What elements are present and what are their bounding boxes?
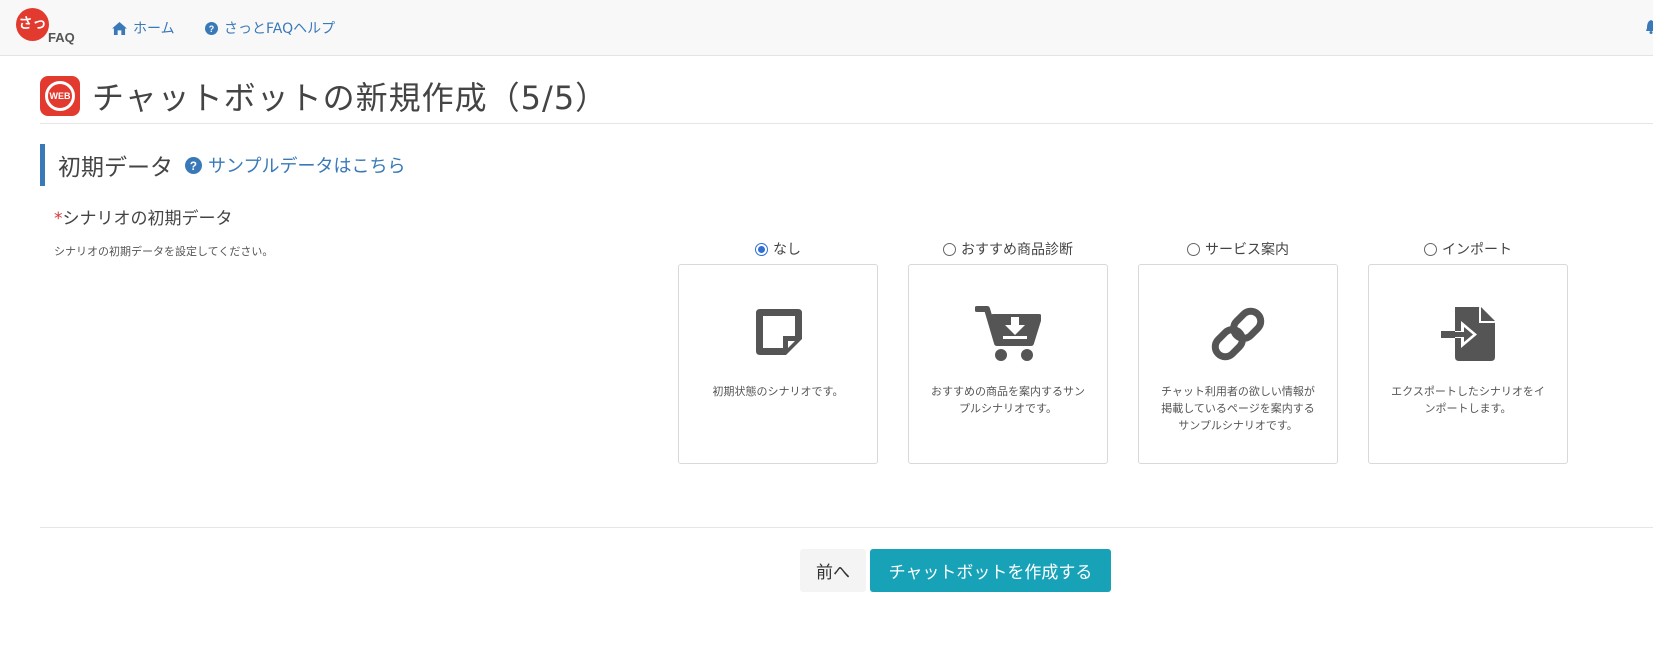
- page-title: チャットボットの新規作成（5/5）: [92, 79, 609, 117]
- option-none-description: 初期状態のシナリオです。: [712, 385, 844, 398]
- web-badge-icon: WEB: [40, 76, 80, 116]
- option-none-card[interactable]: 初期状態のシナリオです。: [678, 264, 878, 464]
- section-title: 初期データ: [58, 155, 173, 181]
- option-import-radio[interactable]: [1424, 242, 1437, 256]
- option-none-label: なし: [773, 242, 801, 258]
- option-recommend-label: おすすめ商品診断: [961, 242, 1073, 258]
- option-import-card[interactable]: エクスポートしたシナリオをインポートします。: [1368, 264, 1568, 464]
- option-import: インポート エクスポートしたシナリオをインポートします。: [1368, 240, 1568, 464]
- section-heading: 初期データ ? サンプルデータはこちら: [40, 144, 405, 186]
- scenario-field-label-text: シナリオの初期データ: [62, 209, 233, 229]
- prev-button[interactable]: 前へ: [800, 549, 866, 592]
- logo-mark: さっ: [16, 8, 49, 41]
- scenario-field-label: *シナリオの初期データ: [54, 204, 233, 229]
- svg-text:?: ?: [209, 23, 214, 33]
- option-recommend-radio[interactable]: [943, 242, 956, 256]
- option-import-label: インポート: [1442, 242, 1512, 258]
- option-recommend-description: おすすめの商品を案内するサンプルシナリオです。: [931, 385, 1085, 415]
- option-none-radio[interactable]: [755, 242, 768, 256]
- option-import-radio-row[interactable]: インポート: [1368, 240, 1568, 258]
- sticky-note-icon: [756, 309, 802, 355]
- nav-home-label: ホーム: [133, 21, 175, 37]
- option-service-description: チャット利用者の欲しい情報が掲載しているページを案内するサンプルシナリオです。: [1161, 385, 1315, 432]
- option-recommend-radio-row[interactable]: おすすめ商品診断: [908, 240, 1108, 258]
- top-navbar: さっ FAQ ホーム ? さっとFAQヘルプ: [0, 0, 1653, 56]
- home-icon: [112, 21, 127, 35]
- scenario-field-help: シナリオの初期データを設定してください。: [54, 245, 274, 258]
- link-icon: [1211, 307, 1265, 361]
- option-service-card[interactable]: チャット利用者の欲しい情報が掲載しているページを案内するサンプルシナリオです。: [1138, 264, 1338, 464]
- app-logo[interactable]: さっ FAQ: [16, 8, 82, 48]
- option-service-radio[interactable]: [1187, 242, 1200, 256]
- logo-text: FAQ: [48, 30, 75, 45]
- header-divider: [40, 123, 1653, 124]
- required-mark: *: [54, 209, 63, 229]
- nav-home-link[interactable]: ホーム: [112, 18, 175, 38]
- cart-download-icon: [975, 306, 1041, 361]
- option-recommend-card[interactable]: おすすめの商品を案内するサンプルシナリオです。: [908, 264, 1108, 464]
- svg-text:?: ?: [190, 159, 197, 172]
- option-none-radio-row[interactable]: なし: [678, 240, 878, 258]
- nav-help-link[interactable]: ? さっとFAQヘルプ: [205, 18, 335, 38]
- option-recommend: おすすめ商品診断 おすすめの商品を案内するサンプルシナリオです。: [908, 240, 1108, 464]
- question-circle-icon: ?: [205, 21, 218, 35]
- sample-data-link-label: サンプルデータはこちら: [208, 156, 406, 177]
- option-import-description: エクスポートしたシナリオをインポートします。: [1391, 385, 1545, 415]
- bell-icon[interactable]: [1646, 20, 1653, 34]
- web-badge-text: WEB: [45, 81, 75, 111]
- create-chatbot-button[interactable]: チャットボットを作成する: [870, 549, 1111, 592]
- sample-data-link[interactable]: ? サンプルデータはこちら: [185, 152, 405, 178]
- question-circle-icon: ?: [185, 156, 202, 174]
- footer-divider: [40, 527, 1653, 528]
- option-service-radio-row[interactable]: サービス案内: [1138, 240, 1338, 258]
- file-import-icon: [1441, 307, 1495, 361]
- option-service: サービス案内 チャット利用者の欲しい情報が掲載しているページを案内するサンプルシ…: [1138, 240, 1338, 464]
- option-none: なし 初期状態のシナリオです。: [678, 240, 878, 464]
- nav-help-label: さっとFAQヘルプ: [224, 21, 336, 37]
- option-service-label: サービス案内: [1205, 242, 1289, 258]
- page-header: WEB チャットボットの新規作成（5/5）: [40, 70, 608, 122]
